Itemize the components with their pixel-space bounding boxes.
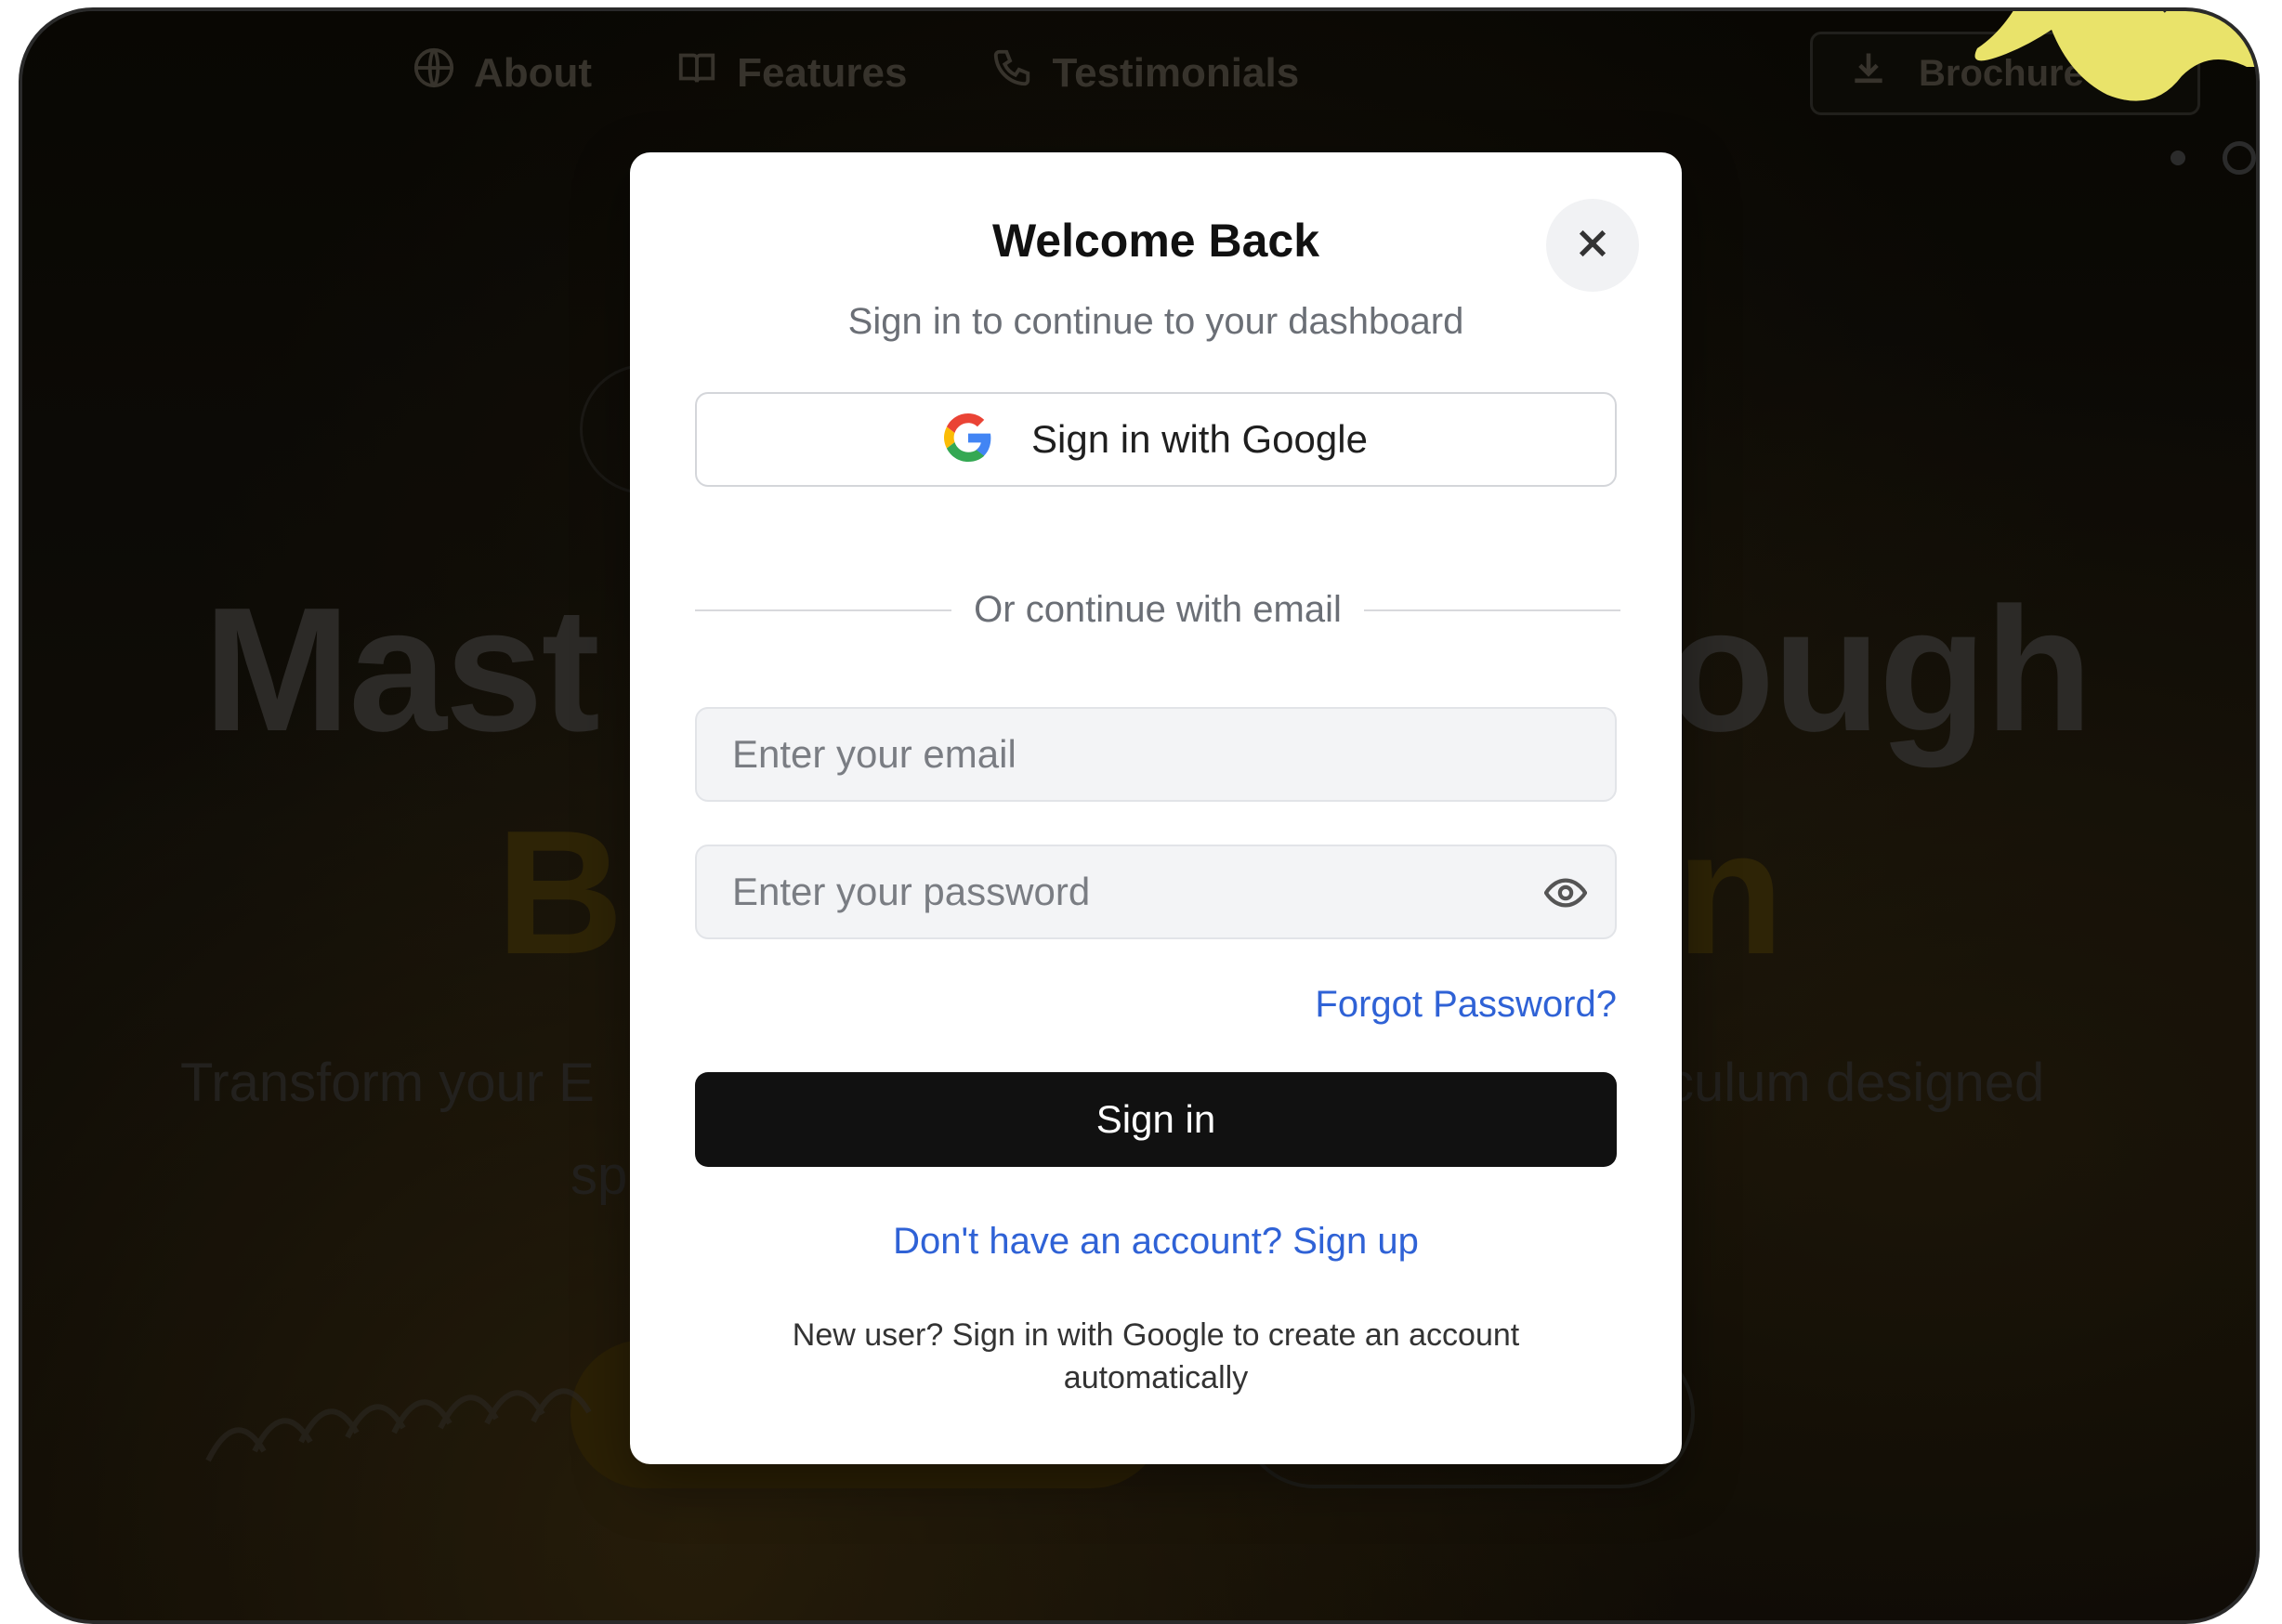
close-icon (1573, 224, 1612, 268)
login-modal: Welcome Back Sign in to continue to your… (630, 152, 1682, 1464)
sign-up-link[interactable]: Don't have an account? Sign up (630, 1221, 1682, 1263)
new-user-note: New user? Sign in with Google to create … (792, 1317, 1520, 1395)
sign-in-button[interactable]: Sign in (695, 1072, 1617, 1167)
close-button[interactable] (1546, 199, 1639, 292)
google-signin-label: Sign in with Google (1031, 417, 1368, 461)
email-input[interactable] (730, 731, 1529, 778)
password-input[interactable] (730, 869, 1529, 915)
google-signin-button[interactable]: Sign in with Google (695, 392, 1617, 487)
email-field[interactable] (695, 707, 1617, 802)
decorative-blob (1974, 11, 2256, 101)
google-icon (944, 413, 992, 466)
divider-line-right (1363, 609, 1621, 611)
modal-title: Welcome Back (991, 215, 1320, 267)
forgot-password-link[interactable]: Forgot Password? (1315, 984, 1617, 1026)
password-field[interactable] (695, 845, 1617, 939)
email-divider: Or continue with email (695, 589, 1621, 631)
modal-subtitle: Sign in to continue to your dashboard (847, 301, 1464, 342)
eye-icon[interactable] (1543, 874, 1588, 911)
divider-line-left (695, 609, 952, 611)
divider-text: Or continue with email (974, 589, 1342, 630)
app-frame: About Features Testimonials Brochure Mas… (19, 7, 2260, 1624)
